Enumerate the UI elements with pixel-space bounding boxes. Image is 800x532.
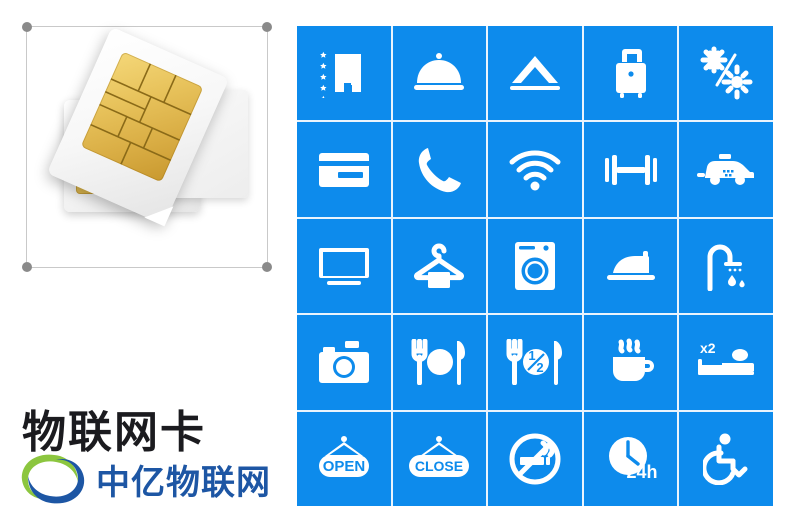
selection-handle-bottom-left[interactable] [22, 262, 32, 272]
credit-card-icon[interactable] [297, 122, 391, 217]
brand-logo-text: 中亿物联网 [96, 462, 271, 503]
clothes-hanger-icon[interactable] [392, 218, 487, 314]
product-image-panel: 物联网卡 中亿物联网 [0, 0, 292, 532]
double-bed-icon[interactable]: x2 [679, 315, 773, 410]
sim-chip-front [80, 51, 204, 183]
clock-24h-label: 24h [626, 462, 657, 482]
selection-handle-bottom-right[interactable] [262, 262, 272, 272]
close-sign-icon[interactable]: CLOSE [392, 411, 487, 506]
sim-card-photo [36, 26, 258, 260]
restaurant-icon[interactable] [392, 315, 487, 410]
clock-24h-icon[interactable]: 24h [583, 411, 678, 506]
half-board-numerator: 1 [528, 348, 535, 363]
hotel-stars-icon[interactable] [297, 26, 391, 121]
camera-icon[interactable] [297, 315, 391, 410]
telephone-icon[interactable] [392, 122, 487, 217]
iron-icon[interactable] [583, 218, 678, 314]
screenshot-root: 物联网卡 中亿物联网 1 2 x2 OPEN CLOSE 24h [0, 0, 800, 532]
air-conditioning-icon[interactable] [679, 26, 773, 121]
chip-contacts-front [90, 63, 192, 165]
tent-camping-icon[interactable] [488, 26, 582, 121]
dumbbell-gym-icon[interactable] [583, 122, 678, 217]
taxi-icon[interactable] [679, 122, 773, 217]
half-board-denominator: 2 [536, 360, 543, 375]
selection-handle-top-left[interactable] [22, 22, 32, 32]
no-smoking-icon[interactable] [488, 411, 582, 506]
shower-icon[interactable] [679, 218, 773, 314]
television-icon[interactable] [297, 218, 391, 314]
brand-logo: 中亿物联网 [16, 448, 271, 510]
washing-machine-icon[interactable] [488, 218, 582, 314]
coffee-cup-icon[interactable] [583, 315, 678, 410]
open-sign-icon[interactable]: OPEN [297, 411, 391, 506]
close-sign-label: CLOSE [415, 458, 463, 474]
wifi-icon[interactable] [488, 122, 582, 217]
room-service-bell-icon[interactable] [392, 26, 487, 121]
swirl-logo-icon [21, 454, 85, 504]
selection-handle-top-right[interactable] [262, 22, 272, 32]
luggage-icon[interactable] [583, 26, 678, 121]
half-board-icon[interactable]: 1 2 [488, 315, 582, 410]
open-sign-label: OPEN [323, 458, 366, 475]
wheelchair-access-icon[interactable] [679, 411, 773, 506]
amenity-icon-grid: 1 2 x2 OPEN CLOSE 24h [297, 26, 773, 506]
bed-count-label: x2 [700, 340, 716, 356]
